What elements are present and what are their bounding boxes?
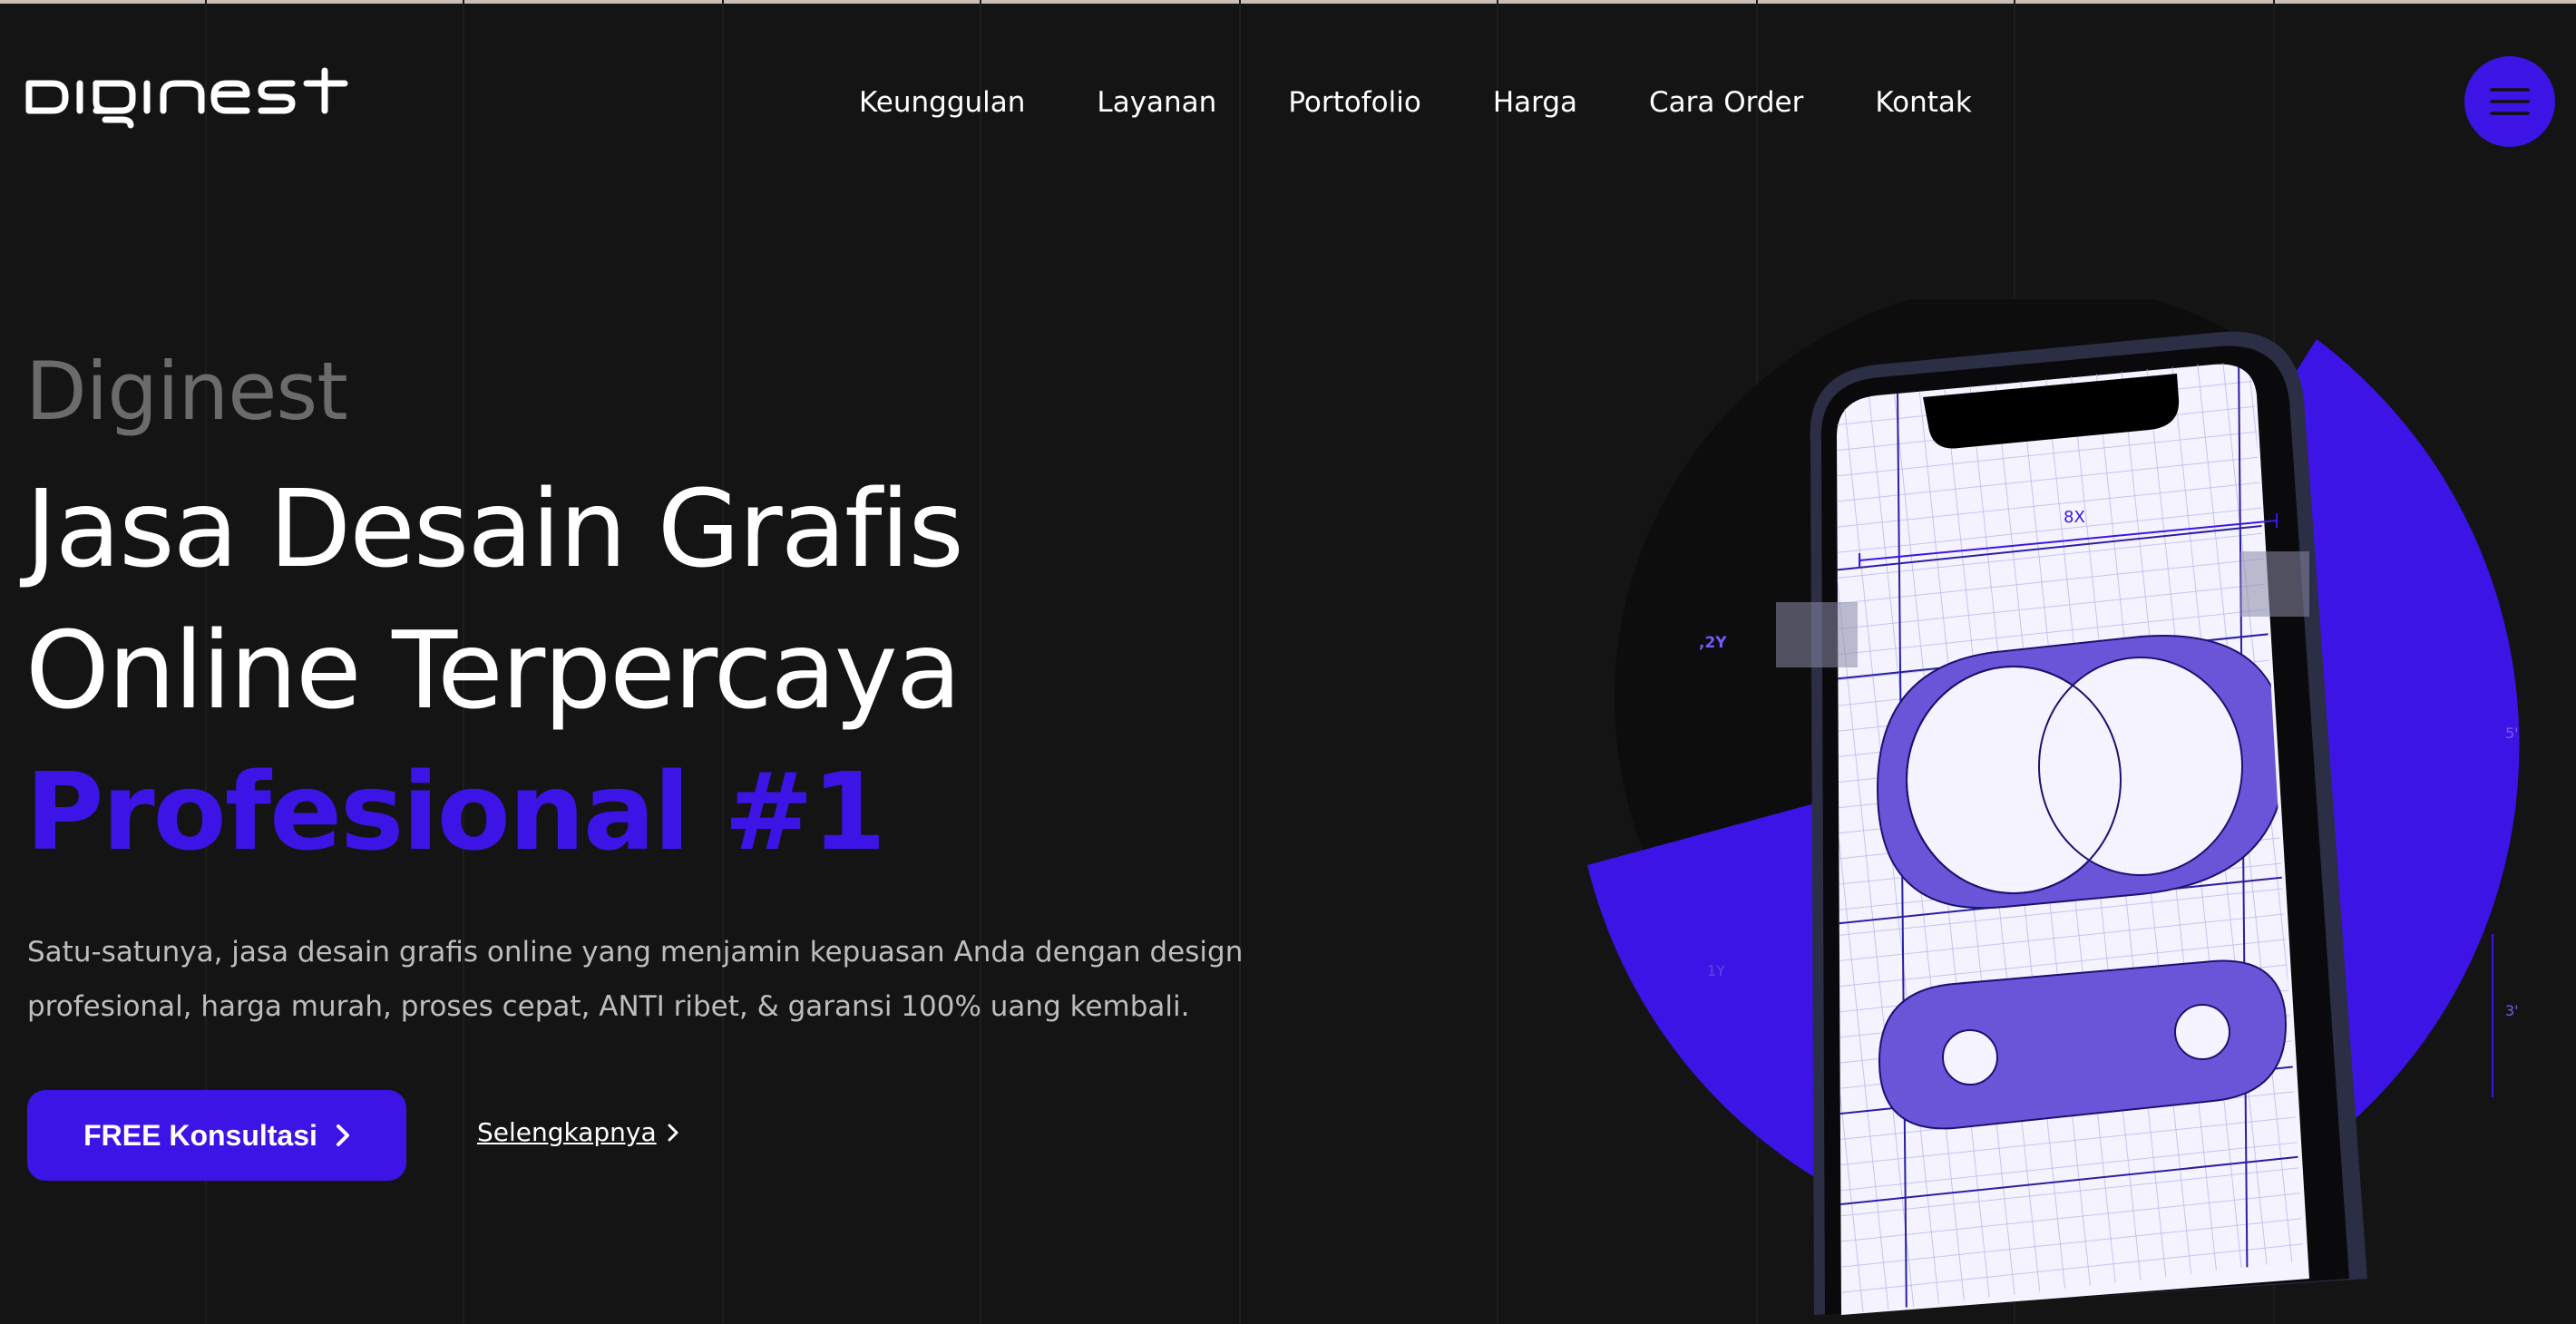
learn-more-link[interactable]: Selengkapnya: [477, 1117, 678, 1147]
learn-more-label: Selengkapnya: [477, 1117, 657, 1147]
headline-line-2: Online Terpercaya: [25, 608, 961, 733]
logo-mark-upper: [1876, 635, 2288, 910]
main-navigation: Keunggulan Layanan Portofolio Harga Cara…: [859, 80, 1972, 125]
menu-button[interactable]: [2464, 56, 2555, 147]
dimension-label-right-bottom: 3': [2505, 1002, 2519, 1019]
top-border: [0, 0, 2576, 4]
nav-item-harga[interactable]: Harga: [1493, 80, 1577, 125]
cta-label: FREE Konsultasi: [83, 1118, 317, 1152]
phone-logo-grid-illustration: 8X ,2Y 1Y 5' 3': [1587, 299, 2520, 1316]
hero-description: Satu-satunya, jasa desain grafis online …: [27, 936, 1244, 1023]
chevron-right-icon: [668, 1124, 678, 1141]
hero-eyebrow: Diginest: [25, 345, 348, 438]
chevron-right-icon: [336, 1124, 349, 1146]
nav-item-layanan[interactable]: Layanan: [1097, 80, 1216, 125]
dimension-label-offset: ,2Y: [1699, 634, 1727, 652]
dimension-label-right-top: 5': [2505, 725, 2519, 742]
nav-item-portofolio[interactable]: Portofolio: [1288, 80, 1421, 125]
hero-headline: Jasa Desain Grafis Online Terpercaya Pro…: [25, 458, 964, 882]
nav-item-keunggulan[interactable]: Keunggulan: [859, 80, 1025, 125]
headline-accent: Profesional #1: [25, 749, 886, 874]
hamburger-icon: [2490, 88, 2530, 115]
dimension-label-width: 8X: [2064, 508, 2085, 527]
diginest-logo[interactable]: [25, 67, 352, 131]
nav-item-cara-order[interactable]: Cara Order: [1649, 80, 1803, 125]
free-consultation-button[interactable]: FREE Konsultasi: [27, 1090, 406, 1181]
dimension-label-spacing: 1Y: [1707, 962, 1725, 979]
headline-line-1: Jasa Desain Grafis: [25, 466, 964, 591]
nav-item-kontak[interactable]: Kontak: [1875, 80, 1972, 125]
phone: [1810, 331, 2367, 1316]
